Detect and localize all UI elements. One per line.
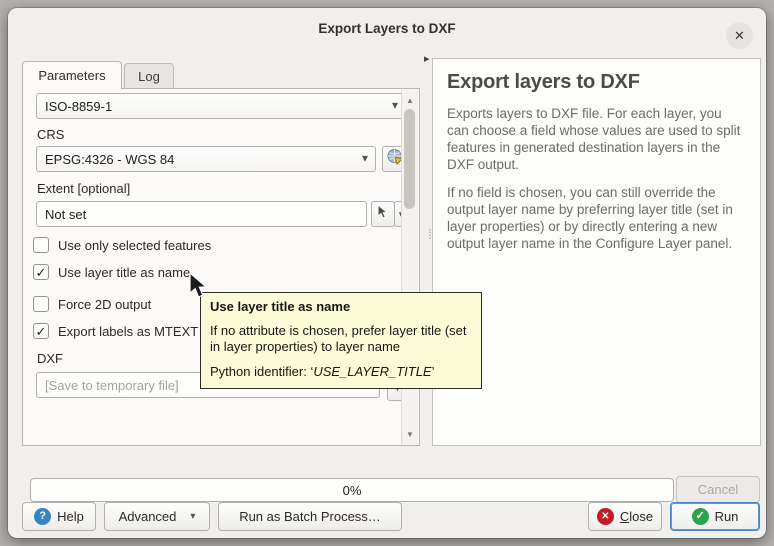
export-layers-dialog: Export Layers to DXF ✕ Parameters Log ▸ …: [8, 8, 766, 538]
encoding-value: ISO-8859-1: [45, 99, 112, 114]
help-paragraph: If no field is chosen, you can still ove…: [447, 184, 747, 252]
tab-parameters-label: Parameters: [38, 68, 105, 83]
tab-log-label: Log: [138, 69, 160, 84]
run-label: Run: [715, 509, 739, 524]
crs-label: CRS: [37, 127, 64, 142]
close-label: Close: [620, 509, 653, 524]
checkbox-box: ✓: [33, 323, 49, 339]
run-as-batch-label: Run as Batch Process…: [239, 509, 381, 524]
progress-bar: 0%: [30, 478, 674, 502]
window-close-button[interactable]: ✕: [726, 22, 753, 49]
run-as-batch-button[interactable]: Run as Batch Process…: [218, 502, 402, 531]
tooltip-use-layer-title: Use layer title as name If no attribute …: [200, 292, 482, 389]
chevron-down-icon: ▾: [362, 151, 368, 165]
scrollbar-thumb[interactable]: [404, 109, 415, 209]
help-paragraph: Exports layers to DXF file. For each lay…: [447, 105, 747, 173]
checkbox-box: ✓: [33, 264, 49, 280]
checkbox-label: Export labels as MTEXT: [58, 324, 198, 339]
checkbox-box: ✓: [33, 237, 49, 253]
help-icon: ?: [34, 508, 51, 525]
screen: Export Layers to DXF ✕ Parameters Log ▸ …: [0, 0, 774, 546]
checkbox-label: Force 2D output: [58, 297, 151, 312]
chevron-down-icon: ▾: [392, 98, 398, 112]
run-button[interactable]: ✓ Run: [670, 502, 760, 531]
close-button[interactable]: ✕ Close: [588, 502, 662, 531]
checkbox-use-selected-features[interactable]: ✓ Use only selected features: [33, 237, 211, 253]
scroll-down-icon[interactable]: ▼: [402, 426, 418, 442]
tooltip-body: If no attribute is chosen, prefer layer …: [210, 323, 472, 355]
extent-input-wrap: [36, 201, 367, 227]
cancel-button[interactable]: Cancel: [676, 476, 760, 503]
help-title: Export layers to DXF: [447, 71, 746, 94]
scroll-up-icon[interactable]: ▲: [402, 92, 418, 108]
checkbox-label: Use layer title as name: [58, 265, 190, 280]
progress-value: 0%: [343, 483, 362, 498]
checkbox-box: ✓: [33, 296, 49, 312]
mouse-cursor: [187, 272, 209, 307]
scrollbar-vertical[interactable]: ▲ ▼: [401, 90, 418, 444]
splitter-collapse-icon[interactable]: ▸: [424, 52, 430, 65]
close-icon: ✕: [597, 508, 614, 525]
checkbox-export-mtext[interactable]: ✓ Export labels as MTEXT: [33, 323, 198, 339]
run-icon: ✓: [692, 508, 709, 525]
check-icon: ✓: [36, 266, 47, 279]
close-icon: ✕: [734, 28, 745, 44]
check-icon: ✓: [36, 325, 47, 338]
extent-input[interactable]: [45, 207, 358, 222]
dialog-title: Export Layers to DXF: [8, 21, 766, 36]
crs-value: EPSG:4326 - WGS 84: [45, 152, 174, 167]
chevron-down-icon: ▾: [190, 511, 195, 522]
checkbox-force-2d[interactable]: ✓ Force 2D output: [33, 296, 151, 312]
parameters-panel: ISO-8859-1 ▾ CRS EPSG:4326 - WGS 84 ▾: [22, 88, 420, 446]
draw-extent-button[interactable]: [371, 201, 395, 227]
map-select-cursor-icon: [376, 204, 390, 225]
checkbox-label: Use only selected features: [58, 238, 211, 253]
cancel-label: Cancel: [698, 482, 738, 497]
advanced-label: Advanced: [119, 509, 177, 524]
help-button[interactable]: ? Help: [22, 502, 96, 531]
help-label: Help: [57, 509, 84, 524]
advanced-button[interactable]: Advanced ▾: [104, 502, 210, 531]
encoding-combobox[interactable]: ISO-8859-1 ▾: [36, 93, 406, 119]
dxf-label: DXF: [37, 351, 63, 366]
extent-label: Extent [optional]: [37, 181, 130, 196]
splitter-handle[interactable]: ⁞: [428, 226, 432, 242]
tab-log[interactable]: Log: [124, 63, 174, 89]
tab-parameters[interactable]: Parameters: [22, 61, 122, 89]
tooltip-title: Use layer title as name: [210, 299, 472, 314]
checkbox-use-layer-title[interactable]: ✓ Use layer title as name: [33, 264, 190, 280]
crs-combobox[interactable]: EPSG:4326 - WGS 84 ▾: [36, 146, 376, 172]
titlebar[interactable]: Export Layers to DXF ✕: [8, 8, 766, 50]
tooltip-python-identifier: Python identifier: ‘USE_LAYER_TITLE’: [210, 364, 472, 379]
